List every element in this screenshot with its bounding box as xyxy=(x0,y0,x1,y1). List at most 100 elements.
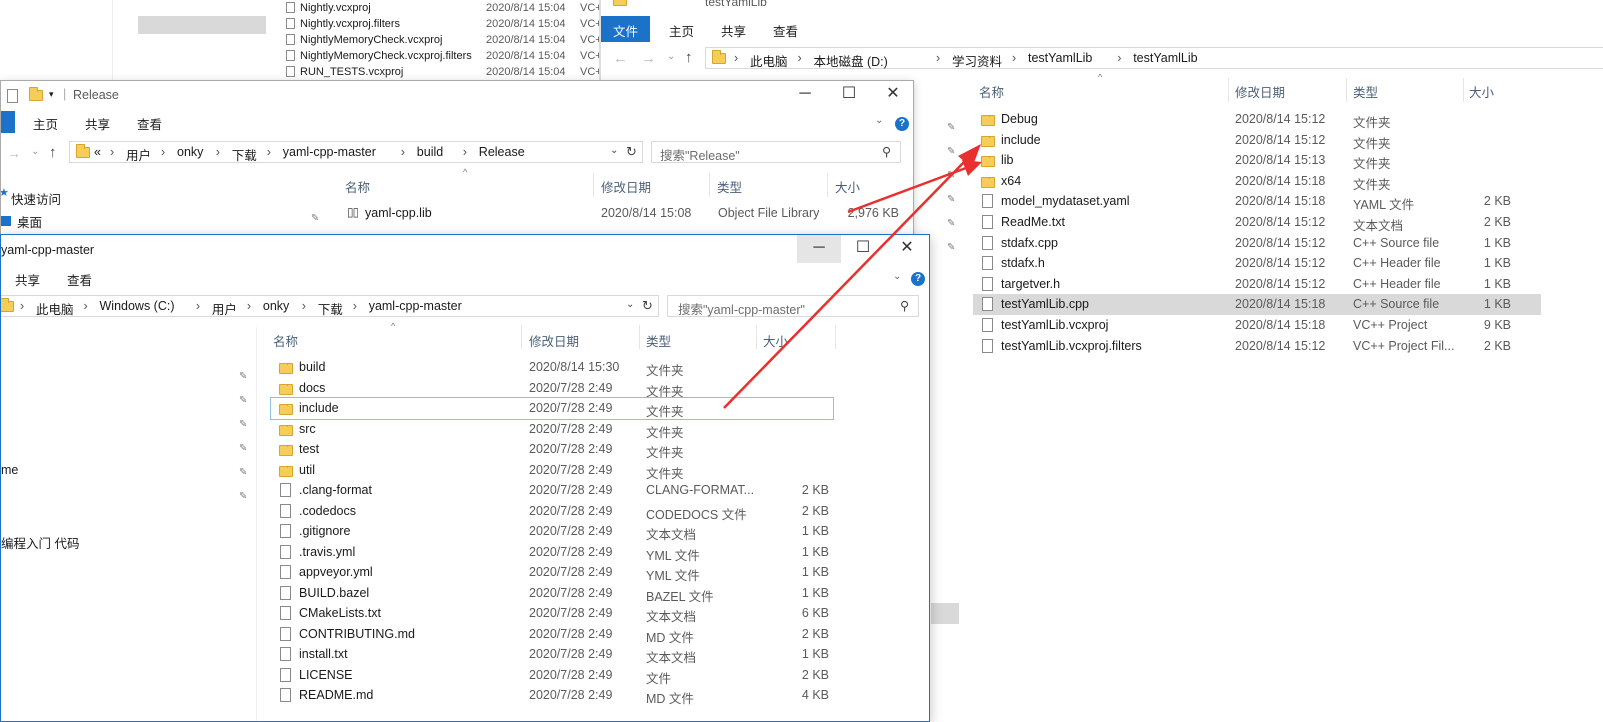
table-row[interactable]: include 2020/8/14 15:12 文件夹 xyxy=(973,130,1541,151)
table-row[interactable]: ReadMe.txt 2020/8/14 15:12 文本文档 2 KB xyxy=(973,212,1541,233)
maximize-button[interactable]: ☐ xyxy=(827,81,871,109)
address-dropdown-icon[interactable]: ⌄ xyxy=(610,145,618,156)
table-row[interactable]: .travis.yml 2020/7/28 2:49 YML 文件 1 KB xyxy=(271,542,833,563)
breadcrumb-item[interactable]: build xyxy=(417,145,443,159)
table-row[interactable]: Debug 2020/8/14 15:12 文件夹 xyxy=(973,109,1541,130)
table-row[interactable]: build 2020/8/14 15:30 文件夹 xyxy=(271,357,833,378)
table-row[interactable]: CONTRIBUTING.md 2020/7/28 2:49 MD 文件 2 KB xyxy=(271,624,833,645)
ribbon-tab[interactable]: 查看 xyxy=(55,265,104,291)
table-row[interactable]: testYamlLib.cpp 2020/8/14 15:18 C++ Source… xyxy=(973,294,1541,316)
ribbon-tab[interactable]: 文件 xyxy=(601,16,651,42)
table-row[interactable]: install.txt 2020/7/28 2:49 文本文档 1 KB xyxy=(271,644,833,665)
recent-locations-icon[interactable]: ⌄ xyxy=(667,51,675,62)
up-icon[interactable]: ↑ xyxy=(685,49,693,66)
address-dropdown-icon[interactable]: ⌄ xyxy=(626,299,634,310)
table-row[interactable]: .clang-format 2020/7/28 2:49 CLANG-FORMAT.… xyxy=(271,480,833,501)
list-item[interactable]: NightlyMemoryCheck.vcxproj 2020/8/14 15:0… xyxy=(280,32,599,48)
table-row[interactable]: testYamlLib.vcxproj.filters 2020/8/14 15:… xyxy=(973,336,1541,357)
breadcrumb-item[interactable]: 此电脑 xyxy=(36,299,74,318)
address-bar[interactable]: › 此电脑 › Windows (C:) › 用户 › onky › 下载 › yaml-cpp-ma… xyxy=(1,295,659,318)
table-row[interactable]: docs 2020/7/28 2:49 文件夹 xyxy=(271,378,833,399)
column-header-size[interactable]: 大小 xyxy=(763,331,788,350)
ribbon-tab[interactable]: 主页 xyxy=(657,16,706,42)
table-row[interactable]: model_mydataset.yaml 2020/8/14 15:18 YAML … xyxy=(973,191,1541,212)
properties-icon[interactable] xyxy=(7,89,18,103)
breadcrumb-item[interactable]: 下载 xyxy=(318,299,343,318)
search-input[interactable]: 搜索"Release" ⚲ xyxy=(651,141,901,163)
column-header-name[interactable]: 名称 xyxy=(979,82,1004,101)
table-row[interactable]: stdafx.cpp 2020/8/14 15:12 C++ Source file… xyxy=(973,233,1541,254)
breadcrumb-separator-icon[interactable]: › xyxy=(798,51,802,65)
ribbon-tab[interactable]: 主页 xyxy=(21,109,70,135)
pin-icon[interactable]: ✎ xyxy=(239,371,247,382)
table-row[interactable]: test 2020/7/28 2:49 文件夹 xyxy=(271,439,833,460)
column-header-name[interactable]: 名称 xyxy=(273,331,298,350)
forward-icon[interactable]: → xyxy=(7,145,21,161)
help-icon[interactable]: ? xyxy=(895,115,909,131)
ribbon-tab[interactable]: 查看 xyxy=(761,16,810,42)
forward-icon[interactable]: → xyxy=(641,50,656,67)
address-bar[interactable]: « › 用户 › onky › 下载 › yaml-cpp-master › build › Rele… xyxy=(69,141,643,163)
pin-icon[interactable]: ✎ xyxy=(947,242,955,253)
ribbon-expand-icon[interactable]: ⌄ xyxy=(875,115,883,126)
breadcrumb-separator-icon[interactable]: › xyxy=(267,145,271,159)
close-button[interactable]: ✕ xyxy=(871,81,913,109)
breadcrumb-separator-icon[interactable]: › xyxy=(401,145,405,159)
breadcrumb-separator-icon[interactable]: › xyxy=(196,299,200,313)
breadcrumb-item[interactable]: yaml-cpp-master xyxy=(369,299,462,313)
ribbon-tab[interactable]: 共享 xyxy=(73,109,122,135)
column-header-type[interactable]: 类型 xyxy=(1353,82,1378,101)
partial-nav-item[interactable] xyxy=(138,16,266,34)
sidebar-item[interactable]: me xyxy=(1,463,18,477)
pin-icon[interactable]: ✎ xyxy=(947,218,955,229)
list-item[interactable]: NightlyMemoryCheck.vcxproj.filters 2020/8… xyxy=(280,48,599,64)
column-header-date[interactable]: 修改日期 xyxy=(601,177,651,196)
breadcrumb-item[interactable]: testYamlLib xyxy=(1028,51,1092,65)
table-row[interactable]: .gitignore 2020/7/28 2:49 文本文档 1 KB xyxy=(271,521,833,542)
qat-dropdown-icon[interactable]: ▾ xyxy=(49,89,54,100)
breadcrumb-item[interactable]: 此电脑 xyxy=(750,51,788,70)
column-header-date[interactable]: 修改日期 xyxy=(529,331,579,350)
column-header-type[interactable]: 类型 xyxy=(717,177,742,196)
table-row[interactable]: x64 2020/8/14 15:18 文件夹 xyxy=(973,171,1541,192)
table-row[interactable]: README.md 2020/7/28 2:49 MD 文件 4 KB xyxy=(271,685,833,706)
pin-icon[interactable]: ✎ xyxy=(239,395,247,406)
column-header-date[interactable]: 修改日期 xyxy=(1235,82,1285,101)
breadcrumb-separator-icon[interactable]: › xyxy=(110,145,114,159)
breadcrumb-item[interactable]: 用户 xyxy=(212,299,237,318)
ribbon-expand-icon[interactable]: ⌄ xyxy=(893,271,901,282)
ribbon-tab[interactable]: 查看 xyxy=(125,109,174,135)
pin-icon[interactable]: ✎ xyxy=(239,491,247,502)
column-header-size[interactable]: 大小 xyxy=(1469,82,1494,101)
table-row[interactable]: targetver.h 2020/8/14 15:12 C++ Header fil… xyxy=(973,274,1541,295)
search-input[interactable]: 搜索"yaml-cpp-master" ⚲ xyxy=(667,295,919,317)
breadcrumb-separator-icon[interactable]: › xyxy=(302,299,306,313)
breadcrumb-item[interactable]: Windows (C:) xyxy=(100,299,175,313)
back-icon[interactable]: ← xyxy=(613,50,628,67)
table-row[interactable]: util 2020/7/28 2:49 文件夹 xyxy=(271,460,833,481)
refresh-icon[interactable]: ↻ xyxy=(626,144,637,160)
maximize-button[interactable]: ☐ xyxy=(841,235,885,263)
pin-icon[interactable]: ✎ xyxy=(947,194,955,205)
breadcrumb-separator-icon[interactable]: › xyxy=(734,51,738,65)
breadcrumb-item[interactable]: Release xyxy=(479,145,525,159)
breadcrumb-item[interactable]: testYamlLib xyxy=(1133,51,1197,65)
breadcrumb-separator-icon[interactable]: › xyxy=(353,299,357,313)
column-header-name[interactable]: 名称 xyxy=(345,177,370,196)
breadcrumb-item[interactable]: 学习资料 xyxy=(952,51,1002,70)
column-header-type[interactable]: 类型 xyxy=(646,331,671,350)
nav-pane-selection[interactable] xyxy=(931,603,959,624)
breadcrumb-separator-icon[interactable]: › xyxy=(84,299,88,313)
table-row[interactable]: appveyor.yml 2020/7/28 2:49 YML 文件 1 KB xyxy=(271,562,833,583)
breadcrumb-item[interactable]: 用户 xyxy=(126,145,151,164)
breadcrumb-item[interactable]: 下载 xyxy=(232,145,257,164)
sidebar-item[interactable]: 编程入门 代码 xyxy=(1,533,79,552)
ribbon-tab[interactable]: 共享 xyxy=(3,265,52,291)
breadcrumb-separator-icon[interactable]: › xyxy=(463,145,467,159)
pin-icon[interactable]: ✎ xyxy=(947,170,955,181)
pin-icon[interactable]: ✎ xyxy=(239,467,247,478)
desktop-label[interactable]: 桌面 xyxy=(17,212,42,231)
minimize-button[interactable]: ─ xyxy=(783,81,827,109)
breadcrumb-separator-icon[interactable]: › xyxy=(936,51,940,65)
table-row[interactable]: lib 2020/8/14 15:13 文件夹 xyxy=(973,150,1541,171)
